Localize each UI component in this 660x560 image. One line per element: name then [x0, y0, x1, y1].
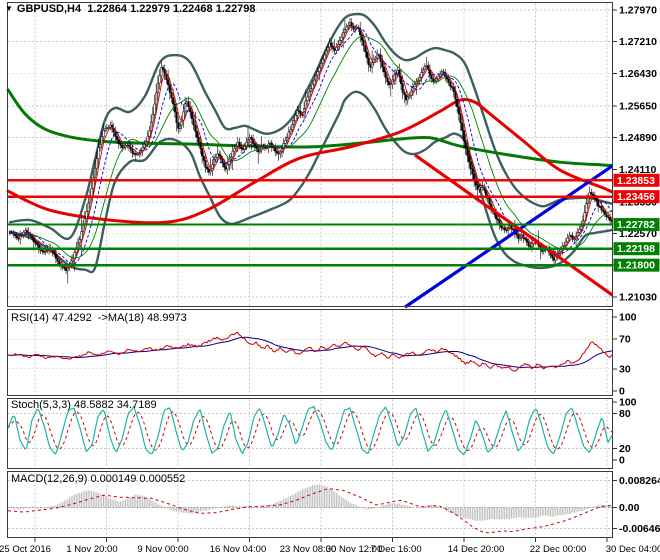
svg-text:1.22198: 1.22198: [617, 243, 655, 255]
svg-text:1.24890: 1.24890: [619, 132, 657, 144]
svg-text:0.008264: 0.008264: [619, 475, 660, 487]
price-level-badge: 1.23853: [613, 173, 660, 187]
price-level-badge: 1.22782: [613, 218, 660, 232]
separator-main-rsi[interactable]: [8, 307, 612, 310]
svg-text:1.25650: 1.25650: [619, 100, 657, 112]
ohlc-low: 1.22468: [172, 3, 213, 15]
svg-text:1.23456: 1.23456: [617, 191, 655, 203]
svg-text:30 Dec 04:00: 30 Dec 04:00: [606, 544, 660, 555]
svg-text:100: 100: [619, 312, 637, 324]
ohlc-open: 1.22864: [87, 3, 127, 15]
svg-text:0.00: 0.00: [619, 502, 640, 514]
svg-text:25 Oct 2016: 25 Oct 2016: [0, 544, 51, 555]
ohlc-high: 1.22979: [130, 3, 170, 15]
svg-text:1.22782: 1.22782: [617, 219, 655, 231]
svg-text:70: 70: [619, 334, 631, 346]
svg-text:14 Dec 20:00: 14 Dec 20:00: [448, 544, 505, 555]
ohlc-close: 1.22798: [215, 3, 256, 15]
svg-text:1.21030: 1.21030: [619, 292, 657, 304]
svg-text:1.23853: 1.23853: [617, 175, 655, 187]
time-axis[interactable]: 25 Oct 2016 1 Nov 20:00 9 Nov 00:00 16 Nov …: [0, 538, 660, 555]
svg-text:16 Nov 04:00: 16 Nov 04:00: [210, 544, 267, 555]
svg-text:0: 0: [619, 455, 625, 467]
svg-text:7 Dec 16:00: 7 Dec 16:00: [370, 544, 421, 555]
svg-text:80: 80: [619, 408, 631, 420]
main-plot-area[interactable]: [8, 3, 612, 307]
svg-text:1 Nov 20:00: 1 Nov 20:00: [66, 544, 117, 555]
symbol-dropdown-icon[interactable]: ▼: [5, 4, 13, 13]
svg-text:30: 30: [619, 363, 631, 375]
svg-text:100: 100: [619, 397, 637, 409]
svg-text:20: 20: [619, 443, 631, 455]
stoch-indicator-label: Stoch(5,3,3) 48.5882 34.7189: [11, 399, 157, 411]
price-level-badge: 1.21800: [613, 258, 660, 272]
rsi-indicator-label: RSI(14) 47.4292 ->MA(18) 48.9973: [11, 312, 187, 324]
svg-text:1.27210: 1.27210: [619, 36, 657, 48]
svg-text:-0.006469: -0.006469: [619, 523, 660, 535]
price-axis[interactable]: 1.279701.272101.264301.256501.248901.241…: [612, 0, 660, 560]
price-level-badge: 1.22198: [613, 242, 660, 256]
separator-stoch-macd[interactable]: [8, 469, 612, 472]
price-level-badge: 1.23456: [613, 190, 660, 204]
svg-text:1.26430: 1.26430: [619, 68, 657, 80]
symbol-period-label: GBPUSD,H4: [16, 3, 82, 15]
macd-indicator-label: MACD(12,26,9) 0.000149 0.000552: [11, 473, 186, 485]
mt4-chart-window: 1.27970 1.27210 1.26430 1.25650 1.24890 1.241…: [0, 0, 660, 560]
chart-title: ▼ GBPUSD,H4 1.22864 1.22979 1.22468 1.227…: [5, 3, 255, 15]
svg-text:22 Dec 00:00: 22 Dec 00:00: [530, 544, 587, 555]
svg-text:1.27970: 1.27970: [619, 5, 657, 17]
svg-text:9 Nov 00:00: 9 Nov 00:00: [137, 544, 188, 555]
svg-text:1.21800: 1.21800: [617, 260, 655, 272]
